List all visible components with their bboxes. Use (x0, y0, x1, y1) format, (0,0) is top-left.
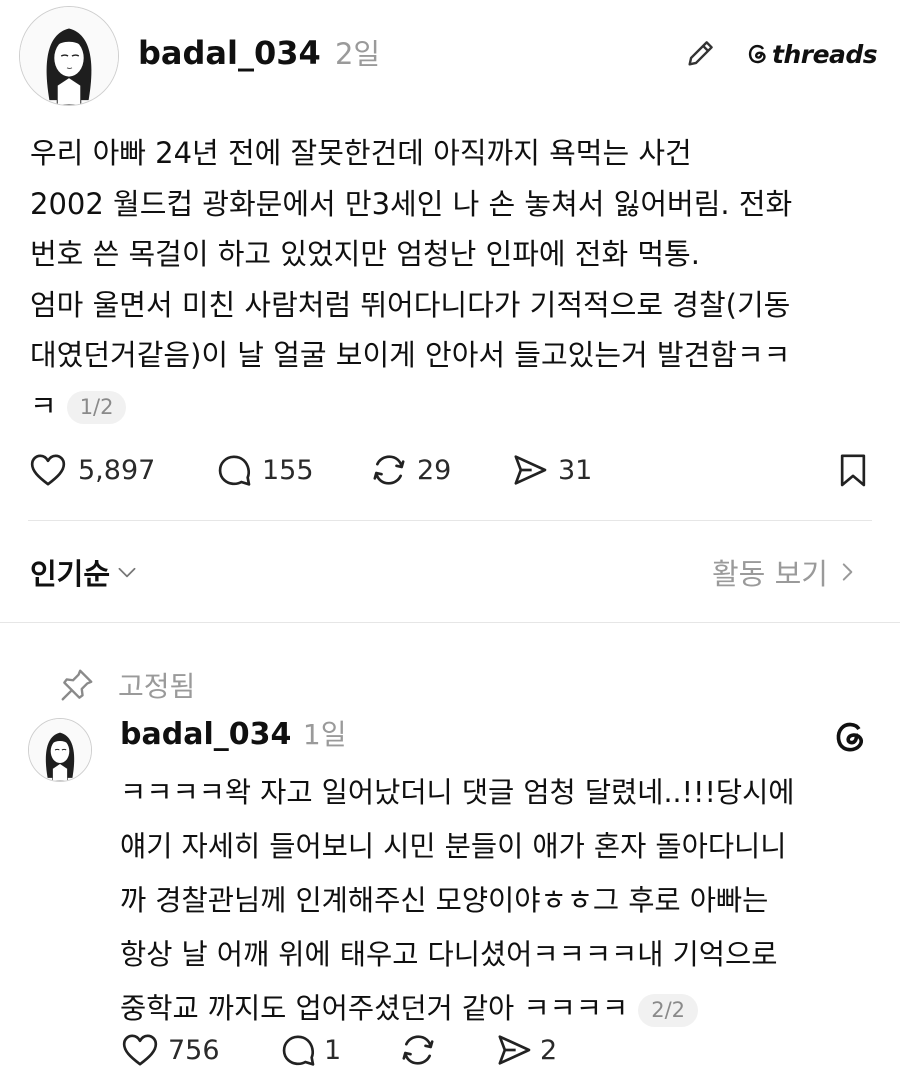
threads-brand-logo: threads (746, 38, 878, 70)
post-line: 2002 월드컵 광화문에서 만3세인 나 손 놓쳐서 잃어버림. 전화 (30, 186, 793, 221)
like-button[interactable]: 5,897 (28, 450, 155, 490)
post-author-avatar[interactable] (19, 6, 119, 106)
view-activity-label: 활동 보기 (712, 557, 828, 591)
repost-icon (402, 1035, 434, 1065)
pin-icon (61, 669, 93, 701)
threads-logo-icon (748, 44, 766, 64)
reply-line: ㅋㅋㅋㅋ왁 자고 일어났더니 댓글 엄청 달렸네..!!!당시에 (120, 776, 795, 809)
reply-body: ㅋㅋㅋㅋ왁 자고 일어났더니 댓글 엄청 달렸네..!!!당시에 얘기 자세히 … (120, 766, 880, 1036)
reply-line: 까 경찰관님께 인계해주신 모양이야ㅎㅎ그 후로 아빠는 (120, 884, 769, 917)
bookmark-icon (840, 454, 866, 487)
reply-share-button[interactable]: 2 (494, 1030, 557, 1070)
repost-count: 29 (417, 454, 452, 486)
edit-pencil-icon[interactable] (684, 36, 718, 70)
post-header-meta: badal_034 2일 (138, 30, 380, 77)
reply-page-indicator: 2/2 (638, 993, 698, 1027)
view-activity-link[interactable]: 활동 보기 (712, 550, 860, 594)
post-time: 2일 (334, 37, 381, 71)
threads-logo-icon (832, 718, 870, 756)
chevron-right-icon (842, 563, 853, 581)
pinned-label: 고정됨 (118, 670, 196, 703)
repost-icon (373, 455, 405, 485)
reply-like-button[interactable]: 756 (120, 1030, 220, 1070)
heart-icon (30, 454, 66, 486)
share-count: 31 (558, 454, 593, 486)
comment-button[interactable]: 155 (214, 450, 314, 490)
reply-comment-count: 1 (324, 1034, 342, 1066)
heart-icon (122, 1034, 158, 1066)
threads-wordmark: threads (772, 39, 878, 69)
post-line: ㅋ (30, 388, 57, 423)
pinned-indicator: 고정됨 (58, 664, 195, 706)
reply-repost-button[interactable] (398, 1030, 438, 1070)
reply-share-count: 2 (540, 1034, 558, 1066)
comment-count: 155 (262, 454, 314, 486)
chevron-down-icon (118, 567, 136, 578)
post-divider (28, 520, 872, 521)
avatar-illustration (29, 719, 91, 781)
reply-time: 1일 (302, 718, 347, 751)
post-line: 엄마 울면서 미친 사람처럼 뛰어다니다가 기적적으로 경찰(기동 (30, 287, 791, 322)
send-icon (498, 1035, 531, 1065)
post-line: 우리 아빠 24년 전에 잘못한건데 아직까지 욕먹는 사건 (30, 136, 692, 170)
repost-button[interactable]: 29 (369, 450, 451, 490)
post-line: 대였던거같음)이 날 얼굴 보이게 안아서 들고있는거 발견함ㅋㅋ (30, 338, 791, 372)
reply-line-last: 중학교 까지도 업어주셨던거 같아 ㅋㅋㅋㅋ 2/2 (120, 982, 880, 1036)
post-page-indicator: 1/2 (66, 391, 127, 424)
reply-like-count: 756 (168, 1034, 220, 1066)
post-line-last: ㅋ 1/2 (30, 381, 880, 432)
bookmark-button[interactable] (833, 450, 873, 490)
sort-dropdown[interactable]: 인기순 (30, 550, 140, 594)
post-username[interactable]: badal_034 (138, 34, 321, 72)
reply-comment-button[interactable]: 1 (278, 1030, 341, 1070)
send-icon (514, 455, 547, 485)
like-count: 5,897 (78, 454, 156, 486)
reply-header-meta: badal_034 1일 (120, 713, 346, 757)
post-line: 번호 쓴 목걸이 하고 있었지만 엄청난 인파에 전화 먹통. (30, 237, 700, 271)
reply-line: 항상 날 어깨 위에 태우고 다니셨어ㅋㅋㅋㅋ내 기억으로 (120, 938, 778, 971)
reply-line: 중학교 까지도 업어주셨던거 같아 ㅋㅋㅋㅋ (120, 992, 629, 1025)
reply-line: 얘기 자세히 들어보니 시민 분들이 애가 혼자 돌아다니니 (120, 830, 787, 863)
comment-bubble-icon (218, 455, 251, 486)
section-divider (0, 622, 900, 623)
avatar-illustration (20, 7, 118, 105)
sort-label: 인기순 (30, 557, 111, 591)
reply-username[interactable]: badal_034 (120, 717, 291, 752)
comment-bubble-icon (282, 1035, 315, 1066)
reply-author-avatar[interactable] (28, 718, 92, 782)
post-body: 우리 아빠 24년 전에 잘못한건데 아직까지 욕먹는 사건 2002 월드컵 … (30, 128, 880, 431)
share-button[interactable]: 31 (510, 450, 592, 490)
